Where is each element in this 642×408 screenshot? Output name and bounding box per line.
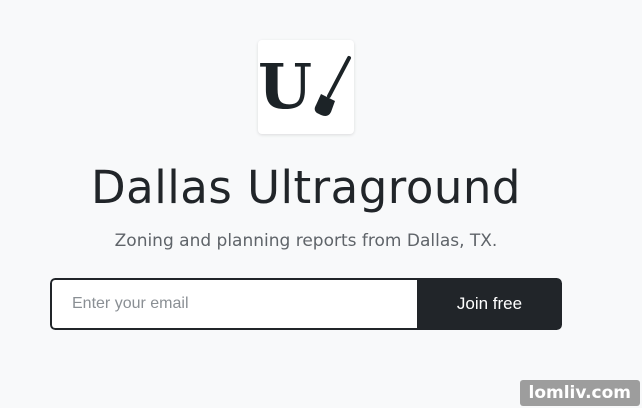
- join-free-button[interactable]: Join free: [417, 278, 562, 330]
- site-logo: U: [258, 40, 354, 134]
- logo-letter: U: [258, 50, 313, 123]
- watermark: lomliv.com: [519, 380, 640, 406]
- email-input[interactable]: [50, 278, 417, 330]
- shovel-icon: [314, 56, 351, 116]
- page-subtitle: Zoning and planning reports from Dallas,…: [114, 231, 498, 251]
- signup-form: Join free: [50, 278, 562, 330]
- page-title: Dallas Ultraground: [91, 161, 521, 214]
